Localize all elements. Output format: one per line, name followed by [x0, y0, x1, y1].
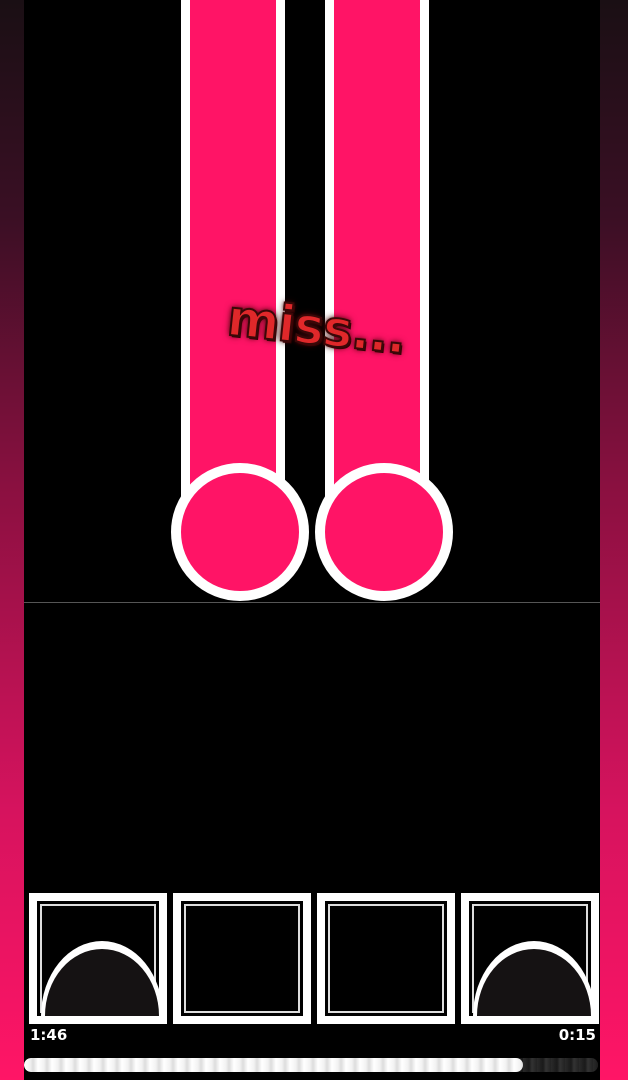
- right-side-gradient: [600, 0, 628, 1080]
- song-progress-fill: [24, 1058, 523, 1072]
- lane-key-1[interactable]: [29, 893, 167, 1024]
- lane-key-2[interactable]: [173, 893, 311, 1024]
- judgement-line: [24, 602, 600, 603]
- song-progress-bar: [24, 1058, 598, 1072]
- hold-note-lane-2: [181, 0, 285, 510]
- left-side-gradient: [0, 0, 24, 1080]
- note-head-lane-2: [171, 463, 309, 601]
- lane-key-4[interactable]: [461, 893, 599, 1024]
- remaining-time: 0:15: [558, 1026, 596, 1044]
- note-head-lane-3: [315, 463, 453, 601]
- key-frame: [184, 904, 300, 1013]
- hold-note-lane-3: [325, 0, 429, 510]
- elapsed-time: 1:46: [30, 1026, 68, 1044]
- lane-key-3[interactable]: [317, 893, 455, 1024]
- key-frame: [328, 904, 444, 1013]
- song-progress-remaining: [523, 1058, 598, 1072]
